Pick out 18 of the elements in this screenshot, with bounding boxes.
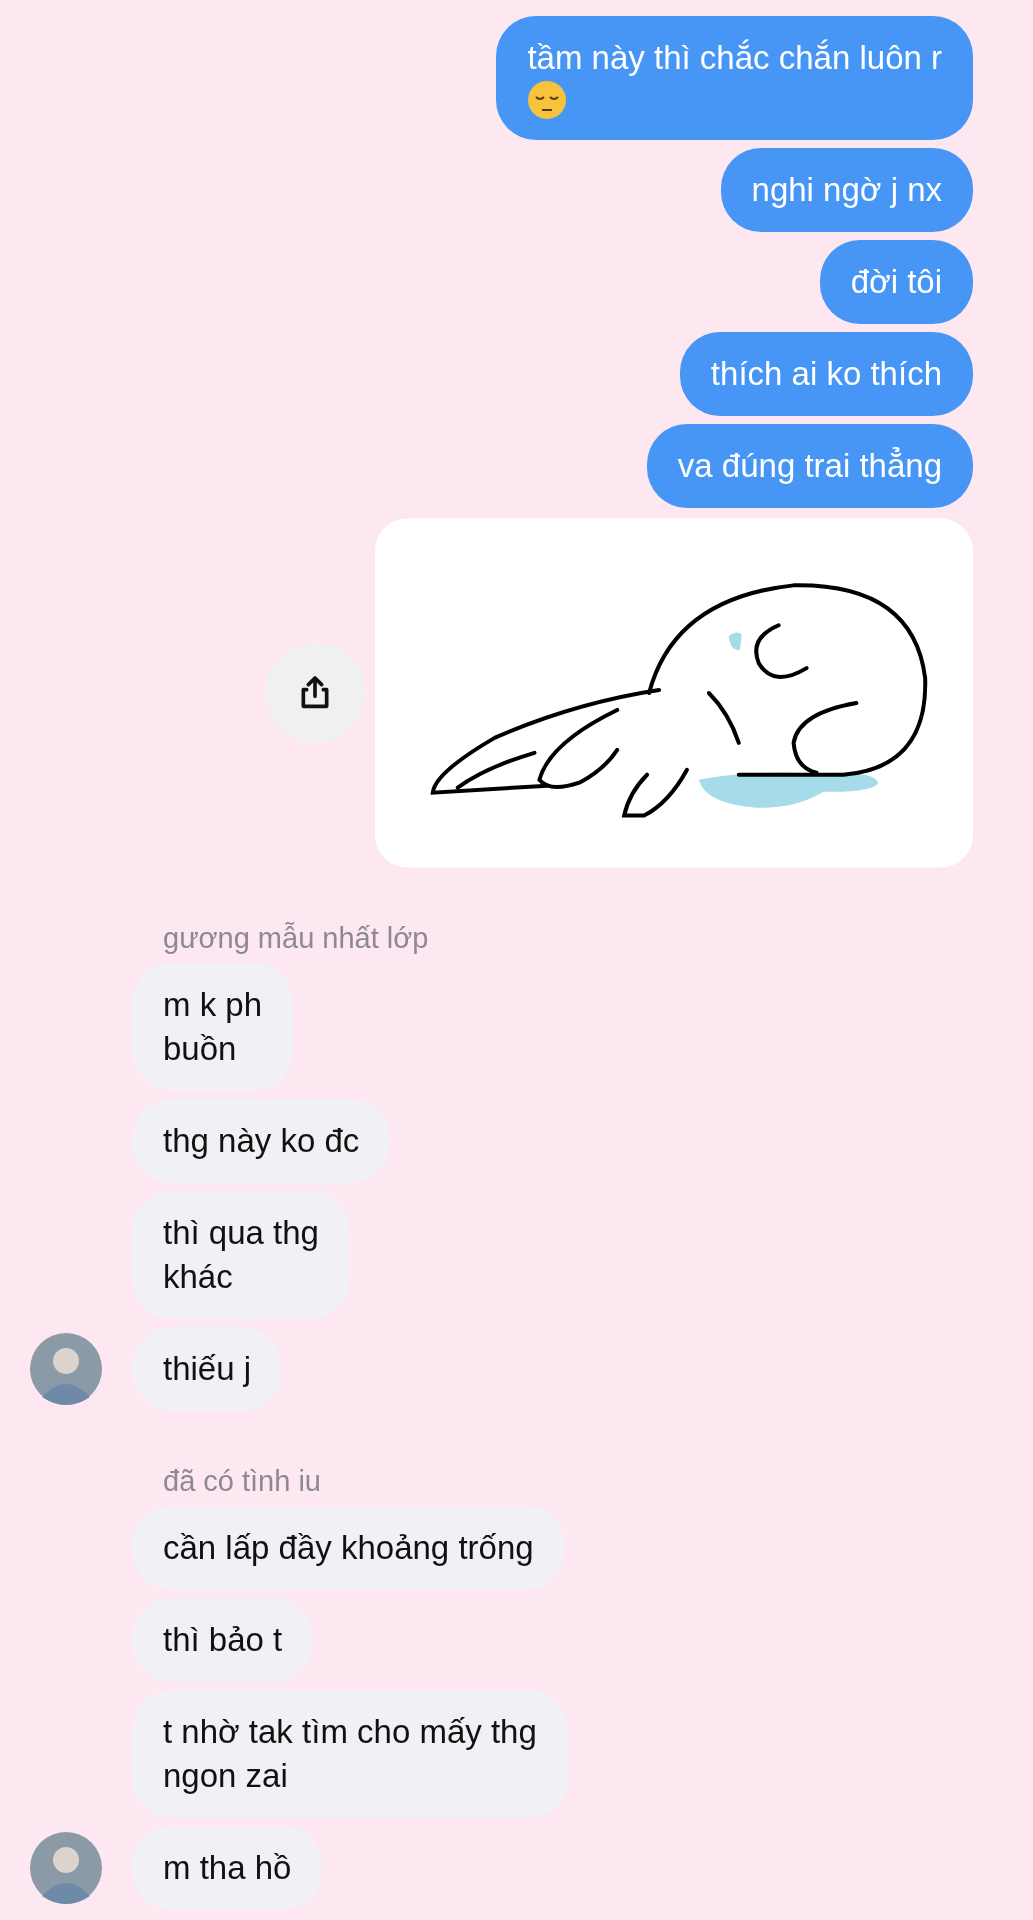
- pensive-face-icon: [527, 80, 568, 120]
- received-message: thg này ko đc: [132, 1099, 391, 1183]
- received-message: cần lấp đầy khoảng trống: [132, 1506, 565, 1590]
- sender-name: gương mẫu nhất lớp: [163, 922, 430, 955]
- received-message: thiếu j: [132, 1327, 283, 1411]
- avatar[interactable]: [30, 1333, 102, 1405]
- received-message: t nhờ tak tìm cho mấy thg ngon zai: [132, 1690, 568, 1818]
- sent-message: va đúng trai thẳng: [646, 424, 973, 508]
- avatar[interactable]: [30, 1832, 102, 1904]
- sent-message: nghi ngờ j nx: [720, 148, 973, 232]
- received-message: thì qua thg khác: [132, 1191, 350, 1319]
- received-message: m k ph buồn: [132, 963, 294, 1091]
- sender-name: đã có tình iu: [163, 1465, 322, 1498]
- sent-message: tầm này thì chắc chắn luôn r: [496, 16, 973, 140]
- sent-message: thích ai ko thích: [679, 332, 973, 416]
- sent-message: đời tôi: [819, 240, 973, 324]
- received-message: thì bảo t: [132, 1598, 314, 1682]
- received-message: m tha hồ: [132, 1826, 323, 1910]
